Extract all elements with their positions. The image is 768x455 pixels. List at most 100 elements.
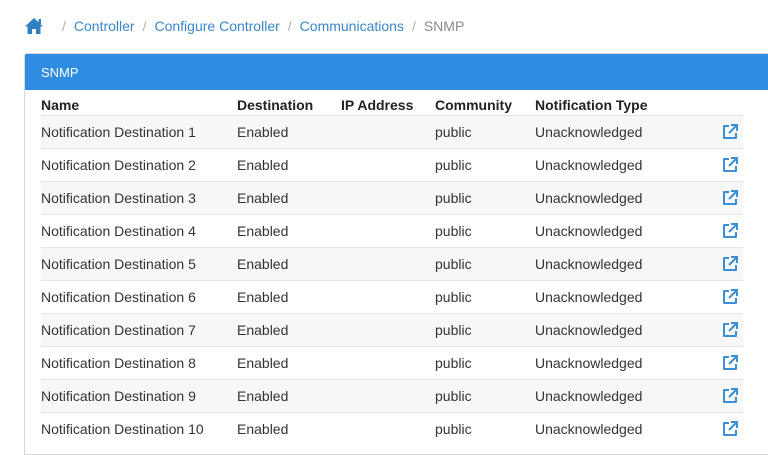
- cell-destination: Enabled: [237, 181, 341, 215]
- edit-external-icon[interactable]: [721, 255, 739, 273]
- cell-notification-type: Unacknowledged: [535, 115, 717, 149]
- cell-notification-type: Unacknowledged: [535, 181, 717, 215]
- edit-external-icon[interactable]: [721, 321, 739, 339]
- cell-community: public: [435, 148, 535, 182]
- cell-actions: [717, 148, 743, 182]
- table-row[interactable]: Notification Destination 2 Enabled public U…: [41, 148, 743, 182]
- cell-ip-address: [341, 280, 435, 314]
- cell-destination: Enabled: [237, 379, 341, 413]
- table-row[interactable]: Notification Destination 6 Enabled public U…: [41, 280, 743, 314]
- cell-ip-address: [341, 214, 435, 248]
- cell-name: Notification Destination 4: [41, 214, 237, 248]
- cell-community: public: [435, 181, 535, 215]
- cell-actions: [717, 181, 743, 215]
- cell-notification-type: Unacknowledged: [535, 346, 717, 380]
- table-row[interactable]: Notification Destination 10 Enabled public…: [41, 412, 743, 445]
- breadcrumb-configure-controller[interactable]: Configure Controller: [154, 18, 279, 34]
- cell-name: Notification Destination 2: [41, 148, 237, 182]
- edit-external-icon[interactable]: [721, 189, 739, 207]
- cell-destination: Enabled: [237, 280, 341, 314]
- breadcrumb-controller[interactable]: Controller: [74, 18, 135, 34]
- cell-ip-address: [341, 313, 435, 347]
- table-row[interactable]: Notification Destination 7 Enabled public U…: [41, 313, 743, 347]
- panel-title: SNMP: [25, 54, 768, 90]
- column-header-ip-address[interactable]: IP Address: [341, 95, 435, 116]
- cell-community: public: [435, 346, 535, 380]
- cell-community: public: [435, 313, 535, 347]
- cell-community: public: [435, 214, 535, 248]
- cell-notification-type: Unacknowledged: [535, 247, 717, 281]
- cell-notification-type: Unacknowledged: [535, 412, 717, 445]
- breadcrumb-separator: /: [62, 18, 66, 34]
- cell-name: Notification Destination 8: [41, 346, 237, 380]
- cell-actions: [717, 313, 743, 347]
- cell-notification-type: Unacknowledged: [535, 280, 717, 314]
- cell-actions: [717, 214, 743, 248]
- edit-external-icon[interactable]: [721, 354, 739, 372]
- cell-destination: Enabled: [237, 214, 341, 248]
- column-header-community[interactable]: Community: [435, 95, 535, 116]
- cell-name: Notification Destination 5: [41, 247, 237, 281]
- edit-external-icon[interactable]: [721, 387, 739, 405]
- cell-actions: [717, 280, 743, 314]
- table-row[interactable]: Notification Destination 9 Enabled public U…: [41, 379, 743, 413]
- cell-notification-type: Unacknowledged: [535, 379, 717, 413]
- edit-external-icon[interactable]: [721, 123, 739, 141]
- cell-name: Notification Destination 3: [41, 181, 237, 215]
- cell-destination: Enabled: [237, 148, 341, 182]
- cell-name: Notification Destination 1: [41, 115, 237, 149]
- cell-notification-type: Unacknowledged: [535, 214, 717, 248]
- cell-community: public: [435, 115, 535, 149]
- cell-destination: Enabled: [237, 412, 341, 445]
- cell-notification-type: Unacknowledged: [535, 148, 717, 182]
- column-header-notification-type[interactable]: Notification Type: [535, 95, 717, 116]
- cell-name: Notification Destination 7: [41, 313, 237, 347]
- cell-actions: [717, 379, 743, 413]
- cell-destination: Enabled: [237, 115, 341, 149]
- edit-external-icon[interactable]: [721, 222, 739, 240]
- cell-community: public: [435, 379, 535, 413]
- cell-actions: [717, 412, 743, 445]
- breadcrumb-separator: /: [411, 18, 416, 34]
- table-row[interactable]: Notification Destination 5 Enabled public U…: [41, 247, 743, 281]
- table-row[interactable]: Notification Destination 8 Enabled public U…: [41, 346, 743, 380]
- cell-destination: Enabled: [237, 346, 341, 380]
- cell-ip-address: [341, 346, 435, 380]
- edit-external-icon[interactable]: [721, 156, 739, 174]
- cell-community: public: [435, 412, 535, 445]
- table-row[interactable]: Notification Destination 4 Enabled public U…: [41, 214, 743, 248]
- cell-ip-address: [341, 148, 435, 182]
- breadcrumb-separator: /: [142, 18, 147, 34]
- breadcrumb-communications[interactable]: Communications: [300, 18, 404, 34]
- breadcrumb-current: SNMP: [423, 18, 465, 34]
- cell-name: Notification Destination 9: [41, 379, 237, 413]
- breadcrumb-separator: /: [287, 18, 292, 34]
- cell-destination: Enabled: [237, 313, 341, 347]
- cell-destination: Enabled: [237, 247, 341, 281]
- snmp-panel: SNMP Name Destination IP Address Communi…: [24, 53, 768, 455]
- notification-destinations-table: Name Destination IP Address Community No…: [41, 95, 743, 445]
- cell-ip-address: [341, 181, 435, 215]
- cell-community: public: [435, 280, 535, 314]
- table-row[interactable]: Notification Destination 1 Enabled public U…: [41, 115, 743, 149]
- cell-name: Notification Destination 6: [41, 280, 237, 314]
- home-icon[interactable]: [24, 16, 44, 36]
- cell-ip-address: [341, 247, 435, 281]
- column-header-actions: [717, 95, 743, 116]
- cell-ip-address: [341, 379, 435, 413]
- cell-ip-address: [341, 115, 435, 149]
- column-header-name[interactable]: Name: [41, 95, 237, 116]
- cell-actions: [717, 115, 743, 149]
- cell-ip-address: [341, 412, 435, 445]
- cell-actions: [717, 247, 743, 281]
- table-header-row: Name Destination IP Address Community No…: [41, 95, 743, 116]
- cell-actions: [717, 346, 743, 380]
- edit-external-icon[interactable]: [721, 420, 739, 438]
- edit-external-icon[interactable]: [721, 288, 739, 306]
- cell-notification-type: Unacknowledged: [535, 313, 717, 347]
- breadcrumb: / Controller / Configure Controller / Co…: [16, 0, 756, 52]
- cell-name: Notification Destination 10: [41, 412, 237, 445]
- column-header-destination[interactable]: Destination: [237, 95, 341, 116]
- table-row[interactable]: Notification Destination 3 Enabled public U…: [41, 181, 743, 215]
- cell-community: public: [435, 247, 535, 281]
